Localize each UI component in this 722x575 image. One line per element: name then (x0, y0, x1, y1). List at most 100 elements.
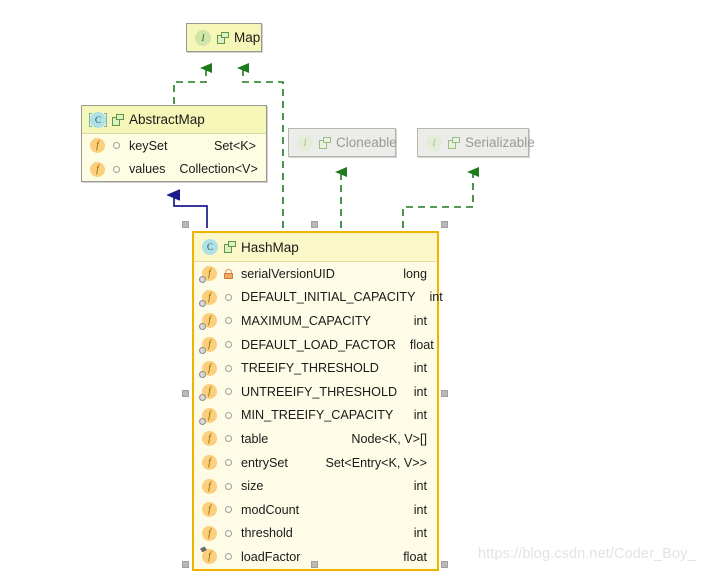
class-name: Map (234, 30, 261, 45)
member-type: int (413, 384, 427, 399)
member-name: TREEIFY_THRESHOLD (241, 361, 379, 376)
member-type: Set<K> (213, 138, 256, 153)
watermark-text: https://blog.csdn.net/Coder_Boy_ (478, 546, 696, 562)
member-row[interactable]: f table Node<K, V>[] (194, 427, 437, 451)
member-name: size (241, 479, 264, 494)
class-name: Serializable (465, 135, 535, 150)
member-type: long (403, 266, 427, 281)
selection-handle-middle-right[interactable] (441, 390, 448, 397)
member-row[interactable]: f keySet Set<K> (82, 134, 266, 158)
type-tag-icon (319, 136, 331, 149)
static-field-icon: f (199, 289, 217, 307)
static-field-icon: f (199, 266, 217, 284)
edge-hashmap-implements-serializable (402, 167, 479, 228)
selection-handle-top-right[interactable] (441, 221, 448, 228)
member-row[interactable]: f UNTREEIFY_THRESHOLD int (194, 380, 437, 404)
class-name: Cloneable (336, 135, 397, 150)
visibility-package-icon (223, 506, 234, 514)
interface-circle-icon: I (195, 29, 211, 46)
visibility-package-icon (111, 165, 122, 173)
visibility-package-icon (223, 411, 234, 419)
member-name: table (241, 431, 269, 446)
field-icon: f (90, 138, 105, 154)
visibility-package-icon (223, 553, 234, 561)
static-field-icon: f (199, 407, 217, 425)
member-row[interactable]: f MIN_TREEIFY_CAPACITY int (194, 404, 437, 428)
visibility-package-icon (223, 459, 234, 467)
static-field-icon: f (199, 384, 217, 402)
selection-handle-bottom-center[interactable] (311, 561, 318, 568)
member-row[interactable]: f MAXIMUM_CAPACITY int (194, 309, 437, 333)
class-node-cloneable[interactable]: I Cloneable (288, 128, 397, 157)
visibility-package-icon (111, 142, 122, 150)
static-field-icon: f (199, 337, 217, 355)
visibility-package-icon (223, 435, 234, 443)
member-row[interactable]: f entrySet Set<Entry<K, V>> (194, 451, 437, 475)
selection-handle-middle-left[interactable] (182, 390, 189, 397)
member-name: values (129, 162, 166, 177)
visibility-package-icon (223, 529, 234, 537)
visibility-package-icon (223, 317, 234, 325)
field-icon: f (202, 431, 217, 447)
member-row[interactable]: f size int (194, 474, 437, 498)
abstract-class-circle-icon: C (89, 111, 107, 128)
member-type: int (413, 479, 427, 494)
class-node-hashmap[interactable]: C HashMap f serialVersionUID long f DEFA… (192, 231, 443, 571)
class-name: AbstractMap (129, 112, 205, 127)
visibility-private-icon (223, 268, 234, 279)
class-node-abstractmap-title: C AbstractMap (82, 106, 266, 134)
member-type: int (429, 290, 443, 305)
class-node-serializable[interactable]: I Serializable (417, 128, 535, 157)
member-row[interactable]: f TREEIFY_THRESHOLD int (194, 356, 437, 380)
member-type: float (409, 337, 434, 352)
field-icon: f (90, 161, 105, 177)
member-type: int (413, 526, 427, 541)
member-name: keySet (129, 138, 168, 153)
member-row[interactable]: f values Collection<V> (82, 158, 266, 182)
member-type: int (413, 361, 427, 376)
member-name: UNTREEIFY_THRESHOLD (241, 384, 398, 399)
selection-handle-top-left[interactable] (182, 221, 189, 228)
member-name: threshold (241, 526, 293, 541)
visibility-package-icon (223, 293, 234, 301)
member-name: DEFAULT_INITIAL_CAPACITY (241, 290, 416, 305)
interface-circle-icon: I (426, 134, 442, 151)
selection-handle-bottom-right[interactable] (441, 561, 448, 568)
member-row[interactable]: f DEFAULT_LOAD_FACTOR float (194, 333, 437, 357)
diagram-canvas[interactable]: Map (realization, dashed green) --> Map … (0, 0, 722, 575)
class-node-serializable-title: I Serializable (418, 129, 535, 156)
member-name: MIN_TREEIFY_CAPACITY (241, 408, 394, 423)
member-row[interactable]: f DEFAULT_INITIAL_CAPACITY int (194, 286, 443, 310)
member-name: DEFAULT_LOAD_FACTOR (241, 337, 396, 352)
class-node-map-title: I Map (187, 24, 261, 51)
member-row[interactable]: f threshold int (194, 522, 437, 546)
visibility-package-icon (223, 388, 234, 396)
visibility-package-icon (223, 341, 234, 349)
selection-handle-bottom-left[interactable] (182, 561, 189, 568)
static-field-icon: f (199, 313, 217, 331)
member-name: loadFactor (241, 549, 301, 564)
field-icon: f (202, 478, 217, 494)
type-tag-icon (112, 113, 124, 126)
member-type: int (413, 502, 427, 517)
member-row[interactable]: f modCount int (194, 498, 437, 522)
visibility-package-icon (223, 364, 234, 372)
class-node-abstractmap[interactable]: C AbstractMap f keySet Set<K> f values C… (81, 105, 267, 183)
member-name: MAXIMUM_CAPACITY (241, 313, 371, 328)
class-node-hashmap-title: C HashMap (194, 233, 437, 262)
type-tag-icon (217, 31, 229, 44)
type-tag-icon (448, 136, 460, 149)
member-type: int (413, 313, 427, 328)
field-icon: f (202, 502, 217, 518)
selection-handle-top-center[interactable] (311, 221, 318, 228)
interface-circle-icon: I (297, 134, 313, 151)
member-name: entrySet (241, 455, 288, 470)
member-type: Node<K, V>[] (351, 431, 427, 446)
member-name: modCount (241, 502, 300, 517)
member-row[interactable]: f serialVersionUID long (194, 262, 437, 286)
class-node-map[interactable]: I Map (186, 23, 262, 52)
type-tag-icon (224, 241, 236, 253)
class-node-cloneable-title: I Cloneable (289, 129, 397, 156)
edge-hashmap-extends-abstractmap (174, 195, 208, 228)
static-field-icon: f (199, 360, 217, 378)
